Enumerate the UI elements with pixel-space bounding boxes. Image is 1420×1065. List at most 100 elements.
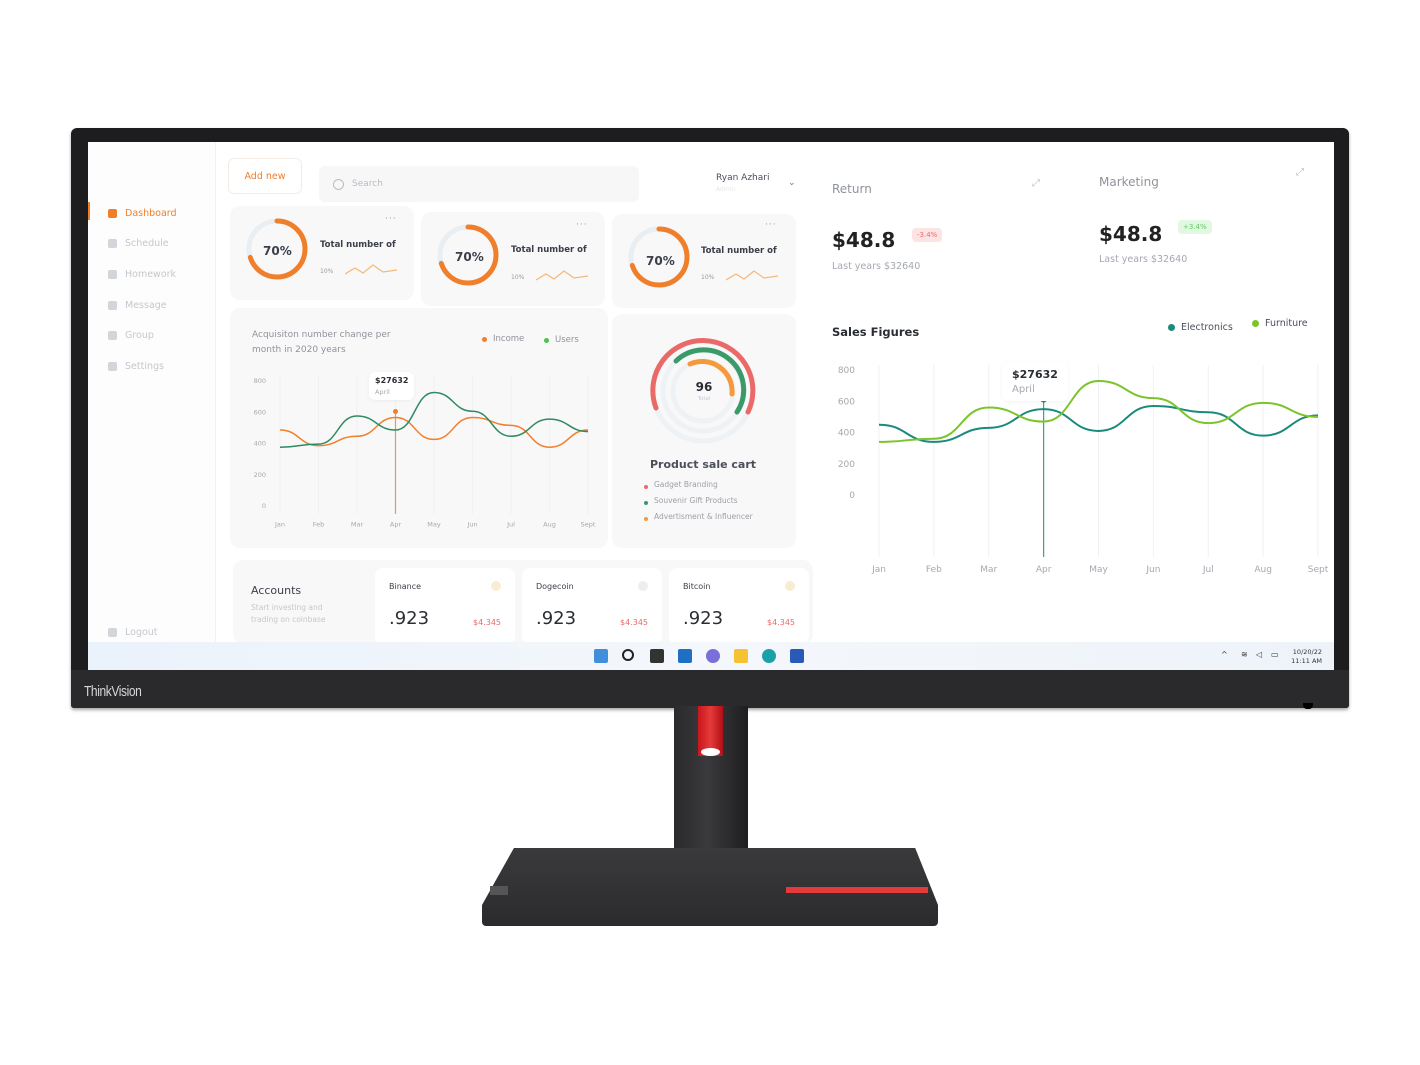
user-menu[interactable]: Ryan Azhari Admin	[716, 173, 769, 193]
x-tick-label: Jan	[274, 521, 285, 529]
legend-furniture: Furniture	[1252, 318, 1308, 329]
sparkline	[536, 270, 588, 281]
expand-icon[interactable]: ⤢	[1296, 167, 1304, 178]
y-tick-label: 200	[254, 471, 266, 479]
x-tick-label: Aug	[1254, 565, 1272, 575]
sidebar-item-dashboard[interactable]: Dashboard	[108, 208, 177, 219]
mail-icon	[108, 301, 117, 310]
task-view-icon[interactable]	[650, 649, 664, 663]
add-new-button[interactable]: Add new	[228, 158, 302, 194]
y-tick-label: 600	[838, 397, 855, 407]
legend-label: Advertisment & Influencer	[654, 511, 753, 521]
briefcase-icon	[108, 270, 117, 279]
legend-electronics: Electronics	[1168, 322, 1233, 333]
active-indicator	[88, 202, 90, 220]
accounts-title: Accounts	[251, 584, 302, 597]
stat-percent: 70%	[263, 244, 292, 258]
more-options-icon[interactable]: ···	[765, 220, 777, 230]
coin-card-bitcoin[interactable]: Bitcoin .923 $4.345	[669, 568, 809, 644]
marketing-badge: +3.4%	[1178, 220, 1212, 234]
sparkline	[345, 264, 397, 275]
date: 10/20/22	[1292, 648, 1322, 656]
logout-icon	[108, 628, 117, 637]
clock[interactable]: 10/20/22 11:11 AM	[1291, 648, 1322, 666]
cart-legend-item: Advertisment & Influencer	[644, 511, 753, 521]
more-options-icon[interactable]: ···	[385, 214, 397, 224]
taskbar: ^ ≋ ◁ ▭ 10/20/22 11:11 AM	[88, 642, 1334, 670]
user-name: Ryan Azhari	[716, 173, 770, 183]
base-red-accent	[786, 887, 928, 893]
sidebar-item-label: Group	[125, 330, 154, 341]
gear-icon	[108, 362, 117, 371]
chevron-up-icon[interactable]: ^	[1221, 650, 1228, 659]
coin-card-binance[interactable]: Binance .923 $4.345	[375, 568, 515, 644]
sidebar-item-label: Schedule	[125, 238, 169, 249]
wifi-icon[interactable]: ≋	[1241, 650, 1248, 659]
legend-dot	[644, 501, 648, 505]
cart-total: 96	[695, 380, 713, 394]
tooltip-value: $27632	[1012, 368, 1058, 381]
stat-percent: 70%	[455, 250, 484, 264]
edge-icon[interactable]	[762, 649, 776, 663]
coin-price: $4.345	[767, 618, 795, 627]
sidebar-item-homework[interactable]: Homework	[108, 269, 176, 280]
stat-card: 70% Total number of 10% ···	[230, 206, 414, 300]
search-input[interactable]: Search	[319, 166, 639, 202]
y-tick-label: 400	[838, 429, 855, 439]
cart-title: Product sale cart	[650, 458, 757, 471]
search-icon[interactable]	[622, 649, 634, 661]
stat-change: 10%	[701, 274, 715, 281]
x-tick-label: Feb	[926, 565, 942, 575]
chevron-down-icon[interactable]: ⌄	[788, 178, 796, 188]
sidebar-item-settings[interactable]: Settings	[108, 361, 164, 372]
cable-hole	[701, 748, 720, 756]
volume-icon[interactable]: ◁	[1256, 650, 1262, 659]
chat-icon[interactable]	[706, 649, 720, 663]
chart-tooltip: $27632 April	[1002, 362, 1068, 401]
more-options-icon[interactable]: ···	[576, 220, 588, 230]
return-sub: Last years $32640	[832, 261, 921, 272]
cart-legend-item: Gadget Branding	[644, 479, 718, 489]
sidebar-item-label: Settings	[125, 361, 164, 372]
power-button[interactable]	[1303, 703, 1313, 709]
legend-label: Gadget Branding	[654, 479, 718, 489]
coin-name: Bitcoin	[683, 582, 711, 591]
x-tick-label: Apr	[1036, 565, 1052, 575]
sidebar: Dashboard Schedule Homework Message Grou…	[88, 142, 216, 642]
screen: Dashboard Schedule Homework Message Grou…	[88, 142, 1334, 670]
y-tick-label: 800	[838, 366, 855, 376]
sales-figures-title: Sales Figures	[832, 325, 920, 339]
cart-total-label: Total	[697, 396, 711, 402]
x-tick-label: Jun	[1145, 565, 1160, 575]
sidebar-item-group[interactable]: Group	[108, 330, 154, 341]
tooltip-label: April	[375, 388, 390, 396]
return-label: Return	[832, 182, 872, 196]
sidebar-item-message[interactable]: Message	[108, 300, 167, 311]
stat-change: 10%	[511, 274, 525, 281]
store-icon[interactable]	[790, 649, 804, 663]
file-explorer-icon[interactable]	[734, 649, 748, 663]
x-tick-label: Sept	[1308, 565, 1328, 575]
coin-value: .923	[536, 608, 577, 629]
marketing-label: Marketing	[1099, 175, 1159, 189]
x-tick-label: Jan	[871, 565, 886, 575]
coin-icon	[638, 581, 648, 591]
start-icon[interactable]	[594, 649, 608, 663]
x-tick-label: Jul	[1202, 565, 1214, 575]
coin-icon	[785, 581, 795, 591]
y-tick-label: 600	[254, 408, 266, 416]
y-tick-label: 0	[849, 491, 855, 501]
expand-icon[interactable]: ⤢	[1032, 178, 1040, 189]
legend-label: Electronics	[1181, 322, 1233, 333]
sparkline	[726, 270, 778, 281]
stat-percent: 70%	[646, 254, 675, 268]
x-tick-label: May	[1089, 565, 1108, 575]
x-tick-label: Jun	[466, 521, 477, 529]
y-tick-label: 800	[254, 377, 266, 385]
monitor-chin	[71, 670, 1349, 708]
widgets-icon[interactable]	[678, 649, 692, 663]
battery-icon[interactable]: ▭	[1271, 650, 1279, 659]
logout-button[interactable]: Logout	[108, 627, 158, 638]
coin-card-dogecoin[interactable]: Dogecoin .923 $4.345	[522, 568, 662, 644]
sidebar-item-schedule[interactable]: Schedule	[108, 238, 169, 249]
